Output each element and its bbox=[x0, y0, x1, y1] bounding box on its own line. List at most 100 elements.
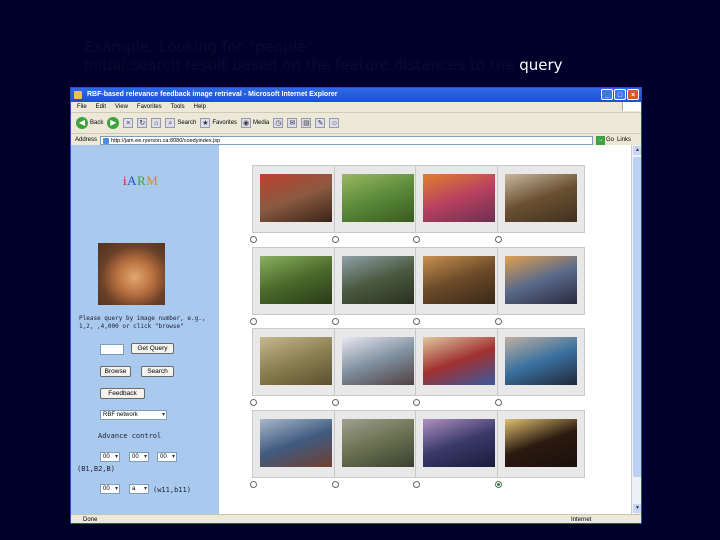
go-arrow-icon: → bbox=[596, 135, 606, 145]
menu-edit[interactable]: Edit bbox=[96, 102, 106, 112]
logo-letter-m: M bbox=[146, 173, 159, 188]
history-icon[interactable]: ◷ bbox=[273, 118, 284, 128]
scroll-down-icon[interactable]: ▼ bbox=[633, 504, 641, 513]
param-select-1[interactable]: 00 bbox=[100, 452, 120, 462]
result-select-radio[interactable] bbox=[250, 318, 257, 325]
result-select-radio[interactable] bbox=[495, 481, 502, 488]
param-select-5[interactable]: a bbox=[129, 484, 149, 494]
forward-button[interactable]: ▶ bbox=[107, 117, 120, 129]
result-thumbnail[interactable] bbox=[423, 337, 495, 385]
scrollbar-thumb[interactable] bbox=[633, 157, 641, 477]
result-thumbnail[interactable] bbox=[505, 337, 577, 385]
param-select-2[interactable]: 00 bbox=[129, 452, 149, 462]
logo-letter-r: R bbox=[137, 173, 147, 188]
menu-favorites[interactable]: Favorites bbox=[137, 102, 162, 112]
result-thumbnail[interactable] bbox=[505, 174, 577, 222]
result-cell bbox=[334, 247, 422, 315]
param-select-3[interactable]: 00 bbox=[157, 452, 177, 462]
search-label: Search bbox=[177, 120, 197, 126]
query-number-input[interactable] bbox=[100, 344, 124, 355]
result-thumbnail[interactable] bbox=[260, 337, 332, 385]
title-bar: RBF-based relevance feedback image retri… bbox=[71, 88, 641, 102]
query-instructions: Please query by image number, e.g., 1,2,… bbox=[79, 315, 206, 330]
result-thumbnail[interactable] bbox=[423, 174, 495, 222]
minimize-button[interactable]: _ bbox=[601, 89, 613, 100]
result-select-radio[interactable] bbox=[250, 481, 257, 488]
favorites-button[interactable]: ★ Favorites bbox=[200, 118, 237, 128]
links-label[interactable]: Links bbox=[617, 137, 631, 143]
zone-label: Internet bbox=[571, 517, 592, 523]
result-cell bbox=[415, 328, 503, 396]
home-icon[interactable]: ⌂ bbox=[151, 118, 162, 128]
result-thumbnail[interactable] bbox=[423, 419, 495, 467]
result-cell bbox=[252, 410, 340, 478]
search-button[interactable]: ⌕ Search bbox=[165, 118, 196, 128]
go-button[interactable]: → Go bbox=[596, 135, 614, 145]
result-thumbnail[interactable] bbox=[505, 419, 577, 467]
menu-help[interactable]: Help bbox=[194, 102, 206, 112]
result-cell bbox=[497, 410, 585, 478]
media-icon: ◉ bbox=[241, 118, 252, 128]
results-pane bbox=[219, 145, 631, 514]
result-select-radio[interactable] bbox=[413, 236, 420, 243]
result-thumbnail[interactable] bbox=[342, 256, 414, 304]
toolbar: ◀ Back ▶ × ↻ ⌂ ⌕ Search ★ Favorites ◉ Media … bbox=[71, 113, 641, 134]
result-cell bbox=[252, 165, 340, 233]
browse-button[interactable]: Browse bbox=[100, 366, 131, 377]
refresh-icon[interactable]: ↻ bbox=[137, 118, 148, 128]
result-select-radio[interactable] bbox=[250, 399, 257, 406]
media-button[interactable]: ◉ Media bbox=[241, 118, 269, 128]
scroll-up-icon[interactable]: ▲ bbox=[633, 146, 641, 155]
favorites-label: Favorites bbox=[212, 120, 238, 126]
result-select-radio[interactable] bbox=[332, 481, 339, 488]
network-select[interactable]: RBF network bbox=[100, 410, 167, 420]
feedback-button[interactable]: Feedback bbox=[100, 388, 145, 399]
back-button[interactable]: ◀ Back bbox=[76, 117, 103, 129]
window-controls: _ □ × bbox=[601, 89, 639, 100]
print-icon[interactable]: ▤ bbox=[301, 118, 312, 128]
result-thumbnail[interactable] bbox=[423, 256, 495, 304]
result-select-radio[interactable] bbox=[413, 399, 420, 406]
page-content: iARM Please query by image number, e.g.,… bbox=[71, 145, 641, 514]
result-thumbnail[interactable] bbox=[260, 174, 332, 222]
result-cell bbox=[415, 410, 503, 478]
result-select-radio[interactable] bbox=[413, 481, 420, 488]
result-thumbnail[interactable] bbox=[260, 419, 332, 467]
maximize-button[interactable]: □ bbox=[614, 89, 626, 100]
media-label: Media bbox=[253, 120, 270, 126]
result-select-radio[interactable] bbox=[495, 318, 502, 325]
get-query-button[interactable]: Get Query bbox=[131, 343, 174, 354]
search-images-button[interactable]: Search bbox=[141, 366, 174, 377]
window-title: RBF-based relevance feedback image retri… bbox=[87, 91, 338, 98]
menu-view[interactable]: View bbox=[115, 102, 128, 112]
menu-tools[interactable]: Tools bbox=[171, 102, 185, 112]
ie-icon bbox=[74, 91, 82, 99]
result-thumbnail[interactable] bbox=[260, 256, 332, 304]
result-select-radio[interactable] bbox=[495, 236, 502, 243]
result-thumbnail[interactable] bbox=[505, 256, 577, 304]
browser-window: RBF-based relevance feedback image retri… bbox=[70, 87, 642, 524]
result-select-radio[interactable] bbox=[332, 399, 339, 406]
edit-icon[interactable]: ✎ bbox=[315, 118, 326, 128]
result-select-radio[interactable] bbox=[413, 318, 420, 325]
address-input[interactable]: http://jam.ee.ryerson.ca:8080/coedyindex… bbox=[100, 135, 594, 145]
caption-line-1: Example: Looking for “people” bbox=[84, 38, 314, 56]
mail-icon[interactable]: ✉ bbox=[287, 118, 298, 128]
result-thumbnail[interactable] bbox=[342, 419, 414, 467]
stop-icon[interactable]: × bbox=[123, 118, 134, 128]
param-label-1: (B1,B2,B) bbox=[77, 465, 115, 473]
status-text: Done bbox=[83, 517, 98, 523]
param-select-4[interactable]: 00 bbox=[100, 484, 120, 494]
menu-file[interactable]: File bbox=[77, 102, 87, 112]
result-thumbnail[interactable] bbox=[342, 174, 414, 222]
close-button[interactable]: × bbox=[627, 89, 639, 100]
vertical-scrollbar[interactable]: ▲ ▼ bbox=[631, 145, 641, 514]
result-select-radio[interactable] bbox=[495, 399, 502, 406]
result-select-radio[interactable] bbox=[332, 236, 339, 243]
result-select-radio[interactable] bbox=[332, 318, 339, 325]
star-icon: ★ bbox=[200, 118, 211, 128]
address-label: Address bbox=[75, 137, 98, 143]
result-select-radio[interactable] bbox=[250, 236, 257, 243]
result-thumbnail[interactable] bbox=[342, 337, 414, 385]
messenger-icon[interactable]: ☺ bbox=[329, 118, 340, 128]
